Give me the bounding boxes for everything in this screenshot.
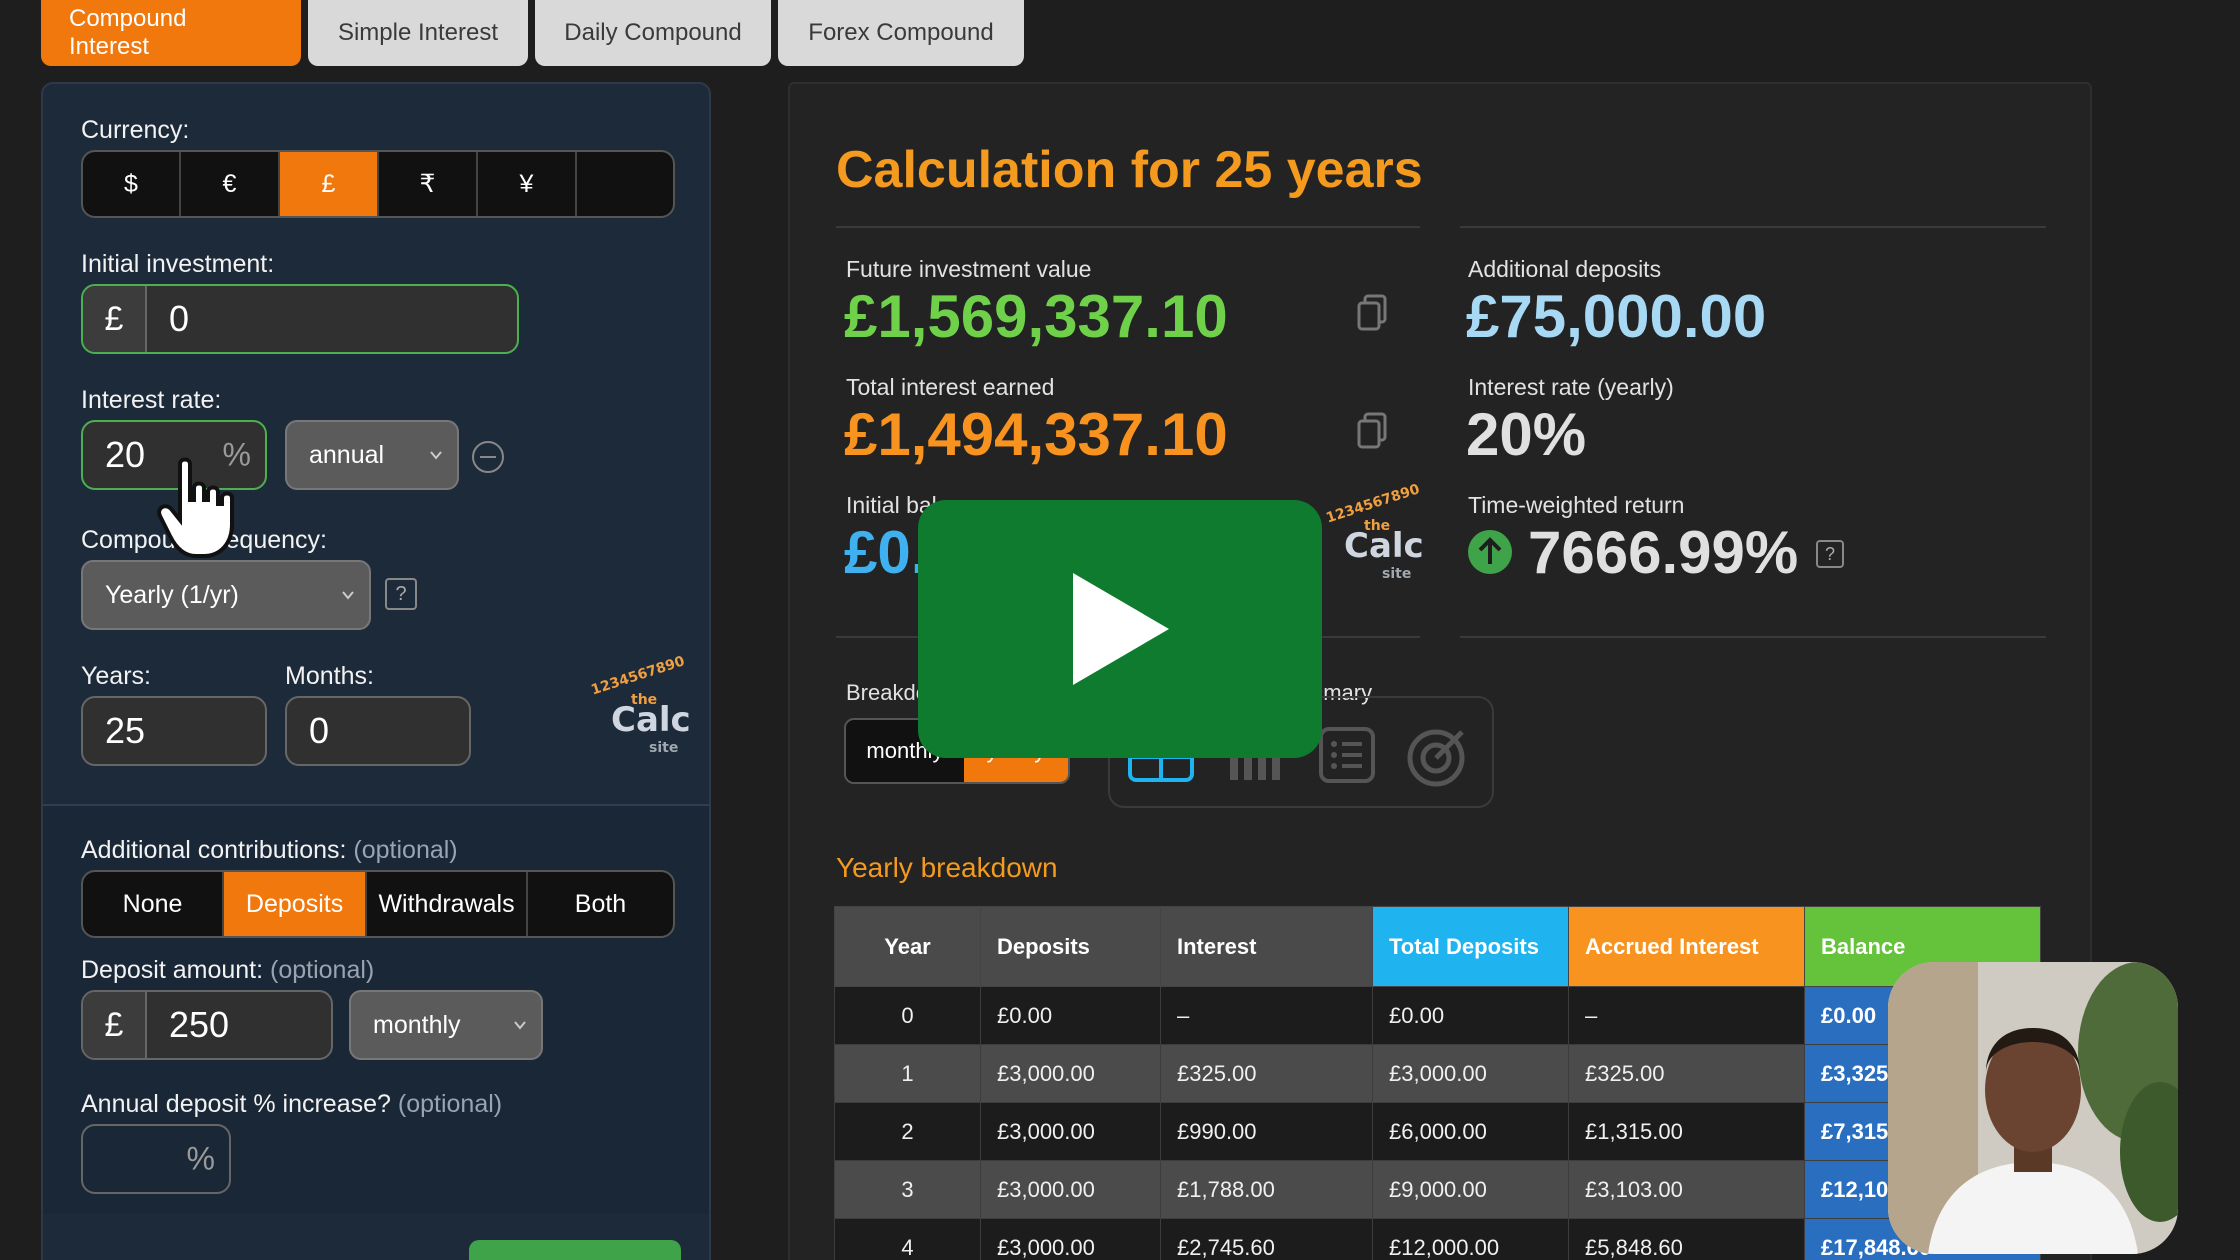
input-panel: Currency: $ € £ ₹ ¥ Initial investment: … [41, 82, 711, 1260]
years-label: Years: [81, 662, 151, 690]
calculator-tabs: Compound Interest Simple Interest Daily … [41, 0, 1024, 68]
initial-investment-value: 0 [169, 298, 190, 339]
play-icon [1073, 573, 1169, 685]
interest-rate-yearly-label: Interest rate (yearly) [1468, 374, 1674, 400]
deposit-amount-label: Deposit amount: (optional) [81, 956, 375, 984]
interest-rate-label: Interest rate: [81, 386, 222, 414]
chevron-down-icon [430, 451, 442, 460]
yearly-breakdown-table: Year Deposits Interest Total Deposits Ac… [834, 906, 2041, 1260]
divider [1460, 226, 2046, 228]
months-value: 0 [309, 710, 330, 751]
table-row: 1 £3,000.00 £325.00 £3,000.00 £325.00 £3… [834, 1044, 2041, 1103]
additional-deposits-value: £75,000.00 [1466, 283, 1767, 350]
list-icon[interactable] [1318, 726, 1376, 784]
presenter-video [1888, 962, 2178, 1254]
divider [836, 226, 1420, 228]
annual-increase-field[interactable]: % [81, 1124, 231, 1194]
table-row: 0 £0.00 – £0.00 – £0.00 [834, 986, 2041, 1045]
col-year: Year [834, 906, 981, 987]
col-accrued-interest: Accrued Interest [1568, 906, 1805, 987]
contributions-section: Additional contributions: (optional) Non… [43, 804, 709, 1214]
tab-simple-interest[interactable]: Simple Interest [308, 0, 528, 66]
currency-pound-button[interactable]: £ [280, 152, 379, 216]
results-heading: Calculation for 25 years [836, 141, 1423, 199]
tab-compound-interest[interactable]: Compound Interest [41, 0, 301, 66]
interest-rate-value: 20 [105, 434, 146, 475]
chevron-down-icon [514, 1021, 526, 1030]
additional-deposits-label: Additional deposits [1468, 256, 1662, 282]
col-interest: Interest [1160, 906, 1373, 987]
contribution-type-selector: None Deposits Withdrawals Both [81, 870, 675, 938]
future-value-label: Future investment value [846, 256, 1092, 282]
deposit-frequency-select[interactable]: monthly [349, 990, 543, 1060]
deposit-amount-value: 250 [169, 1004, 230, 1045]
months-label: Months: [285, 662, 374, 690]
currency-dollar-button[interactable]: $ [83, 152, 181, 216]
additional-contributions-label: Additional contributions: (optional) [81, 836, 458, 864]
copy-icon[interactable] [1356, 294, 1388, 332]
currency-label: Currency: [81, 116, 190, 144]
currency-rupee-button[interactable]: ₹ [379, 152, 478, 216]
currency-prefix: £ [83, 286, 147, 352]
years-field[interactable]: 25 [81, 696, 267, 766]
tab-forex-compound[interactable]: Forex Compound [778, 0, 1024, 66]
years-value: 25 [105, 710, 146, 751]
initial-investment-label: Initial investment: [81, 250, 275, 278]
interest-period-select[interactable]: annual [285, 420, 459, 490]
yearly-breakdown-title: Yearly breakdown [836, 852, 1058, 883]
divider [1460, 636, 2046, 638]
table-row: 3 £3,000.00 £1,788.00 £9,000.00 £3,103.0… [834, 1160, 2041, 1219]
chevron-down-icon [342, 591, 354, 600]
table-row: 2 £3,000.00 £990.00 £6,000.00 £1,315.00 … [834, 1102, 2041, 1161]
webcam-overlay [1888, 962, 2178, 1254]
hand-pointer-icon [157, 457, 234, 558]
interest-period-value: annual [309, 440, 385, 469]
input-panel-main: Currency: $ € £ ₹ ¥ Initial investment: … [43, 84, 709, 802]
table-header-row: Year Deposits Interest Total Deposits Ac… [834, 906, 2041, 987]
total-interest-value: £1,494,337.10 [844, 401, 1228, 468]
compound-frequency-select[interactable]: Yearly (1/yr) [81, 560, 371, 630]
twr-help-icon[interactable]: ? [1816, 540, 1844, 568]
interest-rate-yearly-value: 20% [1466, 401, 1587, 468]
future-value: £1,569,337.10 [844, 283, 1228, 350]
currency-euro-button[interactable]: € [181, 152, 280, 216]
calculate-button[interactable] [469, 1240, 681, 1260]
percent-suffix: % [186, 1140, 215, 1177]
col-deposits: Deposits [980, 906, 1161, 987]
total-interest-label: Total interest earned [846, 374, 1055, 400]
annual-increase-label: Annual deposit % increase? (optional) [81, 1090, 503, 1118]
twr-label: Time-weighted return [1468, 492, 1685, 518]
video-play-button[interactable] [918, 500, 1322, 758]
arrow-up-circle-icon [1468, 530, 1512, 574]
copy-icon[interactable] [1356, 412, 1388, 450]
months-field[interactable]: 0 [285, 696, 471, 766]
currency-prefix: £ [83, 992, 147, 1058]
deposit-amount-field[interactable]: £ 250 [81, 990, 333, 1060]
twr-value: 7666.99% [1528, 519, 1799, 586]
contribution-withdrawals-button[interactable]: Withdrawals [367, 872, 528, 936]
contribution-none-button[interactable]: None [83, 872, 225, 936]
deposit-frequency-value: monthly [373, 1010, 461, 1039]
currency-yen-button[interactable]: ¥ [478, 152, 577, 216]
compound-frequency-value: Yearly (1/yr) [105, 580, 239, 609]
initial-investment-field[interactable]: £ 0 [81, 284, 519, 354]
target-icon[interactable] [1406, 724, 1470, 788]
currency-more-button[interactable] [577, 152, 673, 216]
table-row: 4 £3,000.00 £2,745.60 £12,000.00 £5,848.… [834, 1218, 2041, 1260]
compound-frequency-help-icon[interactable]: ? [385, 578, 417, 610]
contribution-deposits-button[interactable]: Deposits [224, 872, 368, 936]
col-total-deposits: Total Deposits [1372, 906, 1569, 987]
currency-selector: $ € £ ₹ ¥ [81, 150, 675, 218]
remove-circle-icon[interactable] [471, 440, 505, 474]
contribution-both-button[interactable]: Both [528, 872, 673, 936]
tab-daily-compound[interactable]: Daily Compound [535, 0, 771, 66]
